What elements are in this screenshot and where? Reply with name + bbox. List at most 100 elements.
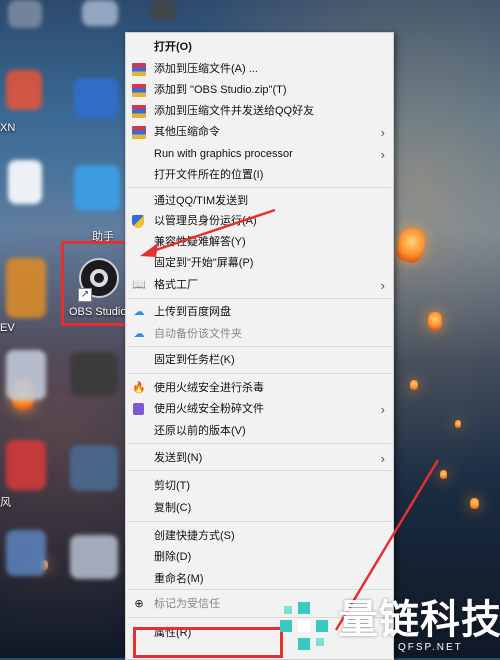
context-menu-item-label: 删除(D) (154, 551, 192, 563)
desktop-icon[interactable] (74, 165, 120, 211)
context-menu-item-label: 还原以前的版本(V) (154, 425, 246, 437)
context-menu-item[interactable]: 删除(D) (126, 547, 393, 568)
menu-separator (128, 470, 391, 471)
context-menu-item[interactable]: ☁ 上传到百度网盘 (126, 302, 393, 323)
context-menu-item-label: 添加到 "OBS Studio.zip"(T) (154, 84, 287, 96)
context-menu-item-label: 添加到压缩文件并发送给QQ好友 (154, 105, 315, 117)
desktop-icon[interactable] (6, 350, 46, 400)
watermark: 量链科技 QFSP.NET (278, 598, 500, 658)
context-menu-item[interactable]: 🔥 使用火绒安全进行杀毒 (126, 378, 393, 399)
menu-separator (128, 298, 391, 299)
winrar-archive-icon (132, 126, 146, 139)
watermark-brand: 量链科技 (338, 598, 500, 642)
context-menu-item-label: 兼容性疑难解答(Y) (154, 236, 246, 248)
desktop-icon[interactable] (70, 352, 118, 396)
lantern-decoration (410, 380, 418, 390)
winrar-archive-icon (132, 84, 146, 97)
trust-icon: ⊕ (134, 598, 144, 610)
context-menu-item-label: 打开(O) (154, 41, 192, 53)
context-menu-item-label: 复制(C) (154, 502, 192, 514)
context-menu-item[interactable]: Run with graphics processor › (126, 144, 393, 165)
context-menu-item-label: 固定到任务栏(K) (154, 354, 235, 366)
lantern-decoration (428, 312, 442, 330)
context-menu-item[interactable]: 添加到 "OBS Studio.zip"(T) (126, 80, 393, 101)
chevron-right-icon: › (380, 278, 385, 293)
context-menu-item[interactable]: 添加到压缩文件并发送给QQ好友 (126, 101, 393, 122)
context-menu-item[interactable]: 其他压缩命令 › (126, 122, 393, 143)
context-menu-item-label: 通过QQ/TIM发送到 (154, 195, 249, 207)
chevron-right-icon: › (380, 402, 385, 417)
context-menu-item[interactable]: 还原以前的版本(V) (126, 421, 393, 442)
lantern-decoration (440, 470, 447, 479)
chevron-right-icon: › (380, 125, 385, 140)
menu-separator (128, 373, 391, 374)
desktop-icon[interactable] (8, 160, 42, 204)
context-menu-item-label: 重命名(M) (154, 573, 204, 585)
context-menu-item[interactable]: 固定到任务栏(K) (126, 350, 393, 371)
baidu-cloud-icon: ☁ (133, 306, 145, 318)
uac-shield-icon (132, 215, 144, 228)
context-menu-item[interactable]: 复制(C) (126, 498, 393, 519)
context-menu-item[interactable]: 固定到"开始"屏幕(P) (126, 253, 393, 274)
context-menu-item[interactable]: 通过QQ/TIM发送到 (126, 191, 393, 212)
context-menu-item[interactable]: 兼容性疑难解答(Y) (126, 232, 393, 253)
desktop-icon[interactable] (6, 258, 46, 318)
context-menu-item-label: 以管理员身份运行(A) (154, 215, 257, 227)
context-menu-item-label: 使用火绒安全进行杀毒 (154, 382, 264, 394)
desktop-icon[interactable] (6, 440, 46, 490)
format-factory-icon: 📖 (132, 279, 146, 291)
desktop-label: XN (0, 122, 16, 134)
context-menu-item[interactable]: 使用火绒安全粉碎文件 › (126, 399, 393, 420)
context-menu-item-label: 打开文件所在的位置(I) (154, 169, 264, 181)
desktop-icon[interactable] (74, 78, 118, 118)
context-menu-item-label: 添加到压缩文件(A) ... (154, 63, 258, 75)
context-menu-item[interactable]: 以管理员身份运行(A) (126, 211, 393, 232)
context-menu-item-label: 剪切(T) (154, 480, 191, 492)
menu-separator (128, 589, 391, 590)
context-menu-item-label: Run with graphics processor (154, 148, 293, 160)
context-menu-item[interactable]: 重命名(M) (126, 569, 393, 590)
annotation-box-properties (133, 627, 283, 658)
context-menu-item-label: 其他压缩命令 (154, 126, 220, 138)
desktop-icon[interactable] (82, 0, 118, 26)
winrar-archive-icon (132, 105, 146, 118)
context-menu-item[interactable]: 创建快捷方式(S) (126, 526, 393, 547)
chevron-right-icon: › (380, 147, 385, 162)
context-menu-item-label: 创建快捷方式(S) (154, 530, 235, 542)
huorong-flame-icon: 🔥 (132, 382, 146, 394)
context-menu-item-label: 上传到百度网盘 (154, 306, 231, 318)
context-menu-item[interactable]: 添加到压缩文件(A) ... (126, 59, 393, 80)
context-menu-item-label: 格式工厂 (154, 279, 198, 291)
annotation-box-obs-icon (61, 241, 131, 326)
context-menu-item-label: 发送到(N) (154, 452, 203, 464)
desktop-icon[interactable] (70, 445, 118, 491)
context-menu-item[interactable]: 发送到(N) › (126, 448, 393, 469)
baidu-cloud-icon: ☁ (133, 328, 145, 340)
lantern-decoration (470, 498, 479, 509)
brand-logo-icon (280, 602, 328, 650)
desktop-icon[interactable] (6, 530, 46, 576)
winrar-archive-icon (132, 63, 146, 76)
context-menu-item-label: 固定到"开始"屏幕(P) (154, 257, 254, 269)
desktop-icon[interactable] (8, 0, 42, 28)
context-menu-item-label: 自动备份该文件夹 (154, 328, 242, 340)
context-menu-item[interactable]: 打开文件所在的位置(I) (126, 165, 393, 186)
desktop-label: EV (0, 322, 15, 334)
context-menu-item[interactable]: 剪切(T) (126, 476, 393, 497)
menu-separator (128, 187, 391, 188)
context-menu-item[interactable]: 📖 格式工厂 › (126, 275, 393, 296)
chevron-right-icon: › (380, 451, 385, 466)
context-menu-item-label: 标记为受信任 (154, 598, 220, 610)
desktop-icon[interactable] (150, 0, 176, 20)
context-menu: 打开(O) 添加到压缩文件(A) ... 添加到 "OBS Studio.zip"(… (125, 32, 394, 660)
menu-separator (128, 443, 391, 444)
context-menu-item[interactable]: 打开(O) (126, 37, 393, 58)
desktop-icon[interactable] (70, 535, 118, 579)
desktop-label: 风 (0, 497, 11, 509)
menu-separator (128, 346, 391, 347)
context-menu-item[interactable]: ☁ 自动备份该文件夹 (126, 324, 393, 345)
context-menu-item-label: 使用火绒安全粉碎文件 (154, 403, 264, 415)
watermark-domain: QFSP.NET (398, 642, 463, 653)
desktop-icon[interactable] (6, 70, 42, 110)
menu-separator (128, 521, 391, 522)
